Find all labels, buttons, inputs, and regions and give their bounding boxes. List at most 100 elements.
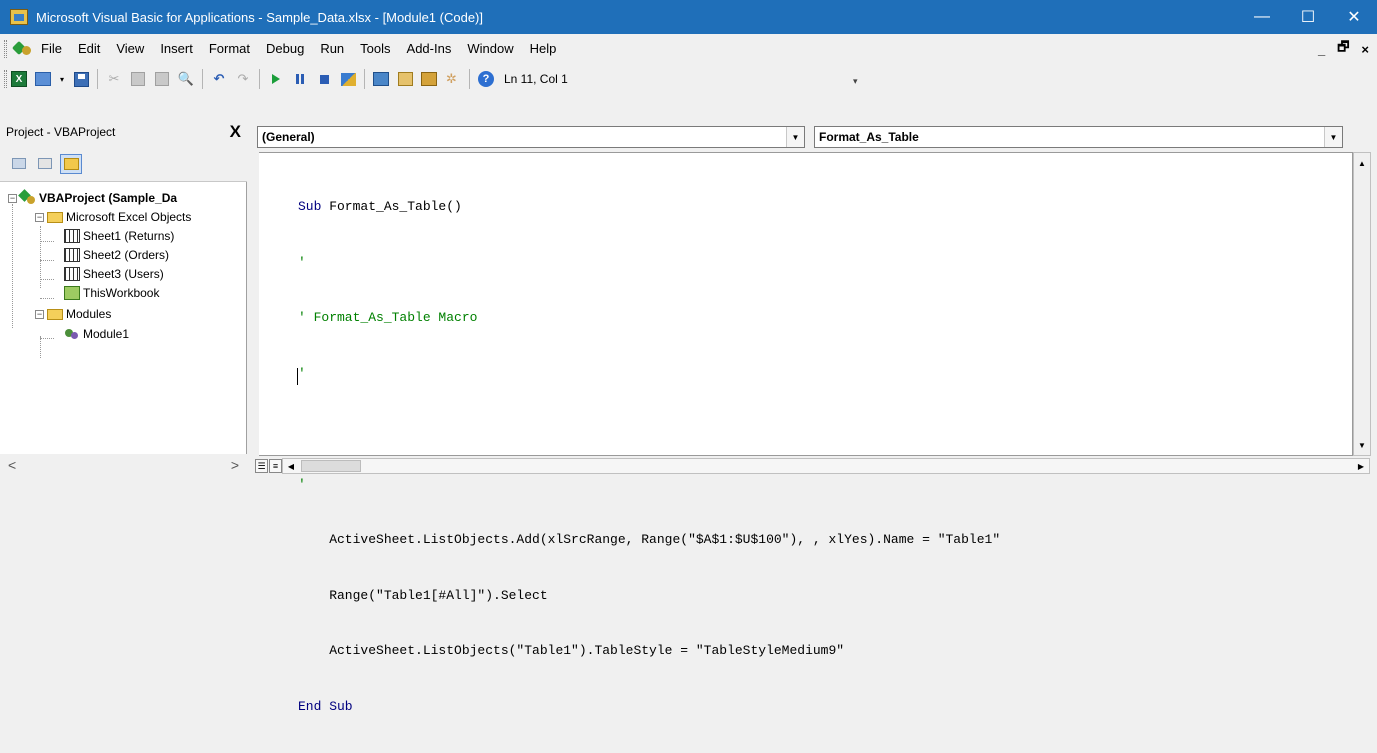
code-comment: ' Format_As_Table Macro — [298, 310, 478, 325]
undo-button[interactable]: ↶ — [209, 69, 229, 89]
help-icon: ? — [478, 71, 494, 87]
collapse-toggle[interactable]: − — [35, 212, 44, 222]
redo-button[interactable]: ↷ — [233, 69, 253, 89]
menu-tools[interactable]: Tools — [352, 34, 398, 64]
menu-edit[interactable]: Edit — [70, 34, 108, 64]
run-icon — [272, 74, 280, 84]
project-close-button[interactable]: X — [230, 122, 241, 142]
tree-item-sheet1[interactable]: Sheet1 (Returns) — [64, 226, 174, 246]
chevron-down-icon[interactable]: ▼ — [786, 127, 804, 147]
tree-item-modules[interactable]: − Modules — [35, 304, 111, 324]
project-explorer-button[interactable] — [371, 69, 391, 89]
tree-item-excel-objects[interactable]: − Microsoft Excel Objects — [35, 207, 191, 227]
reset-button[interactable] — [314, 69, 334, 89]
vba-menu-icon[interactable] — [13, 40, 33, 58]
project-explorer-header: Project - VBAProject X — [0, 118, 247, 146]
tree-item-label: Sheet3 (Users) — [83, 267, 164, 281]
object-browser-button[interactable] — [419, 69, 439, 89]
properties-button[interactable] — [395, 69, 415, 89]
insert-dropdown-button[interactable]: ▾ — [57, 69, 67, 89]
tree-item-label: ThisWorkbook — [83, 286, 160, 300]
properties-icon — [397, 72, 413, 86]
tree-item-label: Module1 — [83, 327, 130, 341]
standard-toolbar: X ▾ ✂ 🔍 ↶ ↷ ✲ ? Ln 11, Col 1 ▾ — [0, 64, 1377, 94]
scroll-down-icon[interactable]: ▼ — [1354, 437, 1370, 453]
menu-grip[interactable] — [4, 40, 7, 58]
keyword: Sub — [298, 199, 322, 214]
toolbar-options-icon[interactable]: ▾ — [853, 72, 861, 88]
code-vertical-scrollbar[interactable]: ▲ ▼ — [1353, 152, 1371, 456]
copy-button[interactable] — [128, 69, 148, 89]
toggle-folders-button[interactable] — [60, 153, 82, 174]
tree-item-label: VBAProject (Sample_Da — [39, 191, 178, 205]
tree-item-sheet3[interactable]: Sheet3 (Users) — [64, 264, 164, 284]
code-comment: ' — [298, 476, 306, 492]
chevron-down-icon[interactable]: ▼ — [1324, 127, 1342, 147]
scroll-right-icon[interactable]: ▶ — [1353, 459, 1369, 473]
save-button[interactable] — [71, 69, 91, 89]
view-object-button[interactable] — [34, 154, 56, 174]
paste-icon — [155, 72, 169, 86]
project-explorer: Project - VBAProject X − VBAProject (Sam… — [0, 118, 247, 476]
mdi-restore-button[interactable]: 🗗 — [1337, 38, 1349, 60]
toolbar-grip[interactable] — [4, 70, 7, 88]
scroll-left-icon[interactable]: < — [8, 457, 16, 473]
cursor-position-label: Ln 11, Col 1 — [504, 72, 568, 86]
menu-file[interactable]: File — [33, 34, 70, 64]
collapse-toggle[interactable]: − — [8, 193, 17, 203]
view-code-icon — [12, 158, 26, 169]
project-horizontal-scrollbar[interactable]: < > — [0, 454, 247, 476]
tree-item-module1[interactable]: Module1 — [64, 324, 129, 344]
paste-button[interactable] — [152, 69, 172, 89]
break-button[interactable] — [290, 69, 310, 89]
run-button[interactable] — [266, 69, 286, 89]
project-explorer-toolbar — [0, 146, 247, 182]
design-mode-icon — [340, 72, 356, 86]
worksheet-icon — [64, 229, 80, 243]
minimize-button[interactable]: — — [1239, 0, 1285, 34]
object-combobox[interactable]: (General) ▼ — [257, 126, 805, 148]
worksheet-icon — [64, 248, 80, 262]
save-icon — [73, 71, 89, 87]
close-button[interactable]: ✕ — [1331, 0, 1377, 34]
keyword: End Sub — [298, 698, 353, 714]
scroll-up-icon[interactable]: ▲ — [1354, 155, 1370, 171]
mdi-minimize-button[interactable]: _ — [1318, 42, 1325, 57]
toolbar-separator — [364, 69, 365, 89]
scroll-thumb[interactable] — [301, 460, 361, 472]
menu-insert[interactable]: Insert — [152, 34, 201, 64]
procedure-view-button[interactable]: ☰ — [255, 459, 268, 473]
collapse-toggle[interactable]: − — [35, 309, 44, 319]
folder-icon — [47, 211, 63, 223]
scroll-left-icon[interactable]: ◀ — [283, 459, 299, 473]
find-button[interactable]: 🔍 — [176, 69, 196, 89]
toolbox-button[interactable]: ✲ — [443, 69, 463, 89]
code-horizontal-scrollbar[interactable]: ◀ ▶ — [282, 458, 1370, 474]
full-module-view-button[interactable]: ≡ — [269, 459, 282, 473]
toolbox-icon: ✲ — [446, 71, 457, 86]
menu-add-ins[interactable]: Add-Ins — [399, 34, 460, 64]
toolbar-separator — [97, 69, 98, 89]
tree-item-sheet2[interactable]: Sheet2 (Orders) — [64, 245, 169, 265]
cut-button[interactable]: ✂ — [104, 69, 124, 89]
scroll-right-icon[interactable]: > — [231, 457, 239, 473]
mdi-close-button[interactable]: × — [1361, 42, 1369, 57]
tree-item-thisworkbook[interactable]: ThisWorkbook — [64, 283, 159, 303]
vbaproject-icon — [20, 191, 36, 205]
menu-debug[interactable]: Debug — [258, 34, 312, 64]
design-mode-button[interactable] — [338, 69, 358, 89]
procedure-combobox[interactable]: Format_As_Table ▼ — [814, 126, 1343, 148]
insert-userform-button[interactable] — [33, 69, 53, 89]
menu-help[interactable]: Help — [522, 34, 565, 64]
maximize-button[interactable]: ☐ — [1285, 0, 1331, 34]
window-title: Microsoft Visual Basic for Applications … — [36, 9, 484, 25]
menu-window[interactable]: Window — [459, 34, 521, 64]
menu-format[interactable]: Format — [201, 34, 258, 64]
help-button[interactable]: ? — [476, 69, 496, 89]
procedure-combo-value: Format_As_Table — [819, 130, 919, 144]
view-excel-button[interactable]: X — [9, 69, 29, 89]
menu-run[interactable]: Run — [312, 34, 352, 64]
menu-view[interactable]: View — [108, 34, 152, 64]
tree-item-vbaproject[interactable]: − VBAProject (Sample_Da — [8, 188, 177, 208]
view-code-button[interactable] — [8, 154, 30, 174]
